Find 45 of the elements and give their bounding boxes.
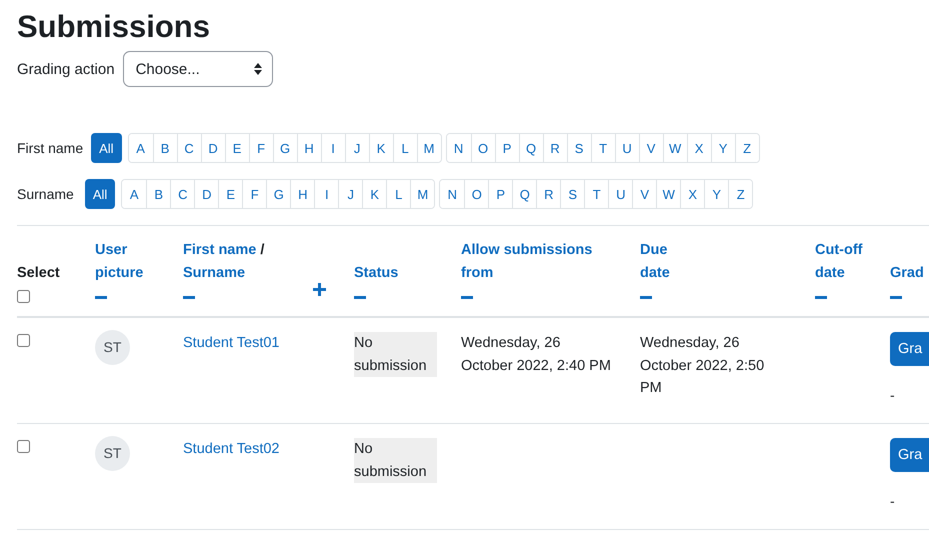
collapse-icon[interactable] — [95, 296, 107, 300]
collapse-icon[interactable] — [183, 296, 195, 300]
initial-filter-button[interactable]: M — [410, 180, 434, 208]
status-text: No submission — [354, 438, 437, 483]
filter-label: Surname — [17, 186, 74, 202]
grade-text: - — [890, 386, 896, 405]
grade-text: - — [890, 492, 896, 511]
student-name-link[interactable]: Student Test01 — [183, 335, 280, 351]
field-label: Grading action — [17, 60, 115, 78]
initial-filter-button[interactable]: Z — [728, 180, 752, 208]
collapse-icon[interactable] — [890, 296, 902, 300]
grade-button[interactable]: Gra — [890, 438, 929, 472]
date-text: Wednesday, 26 October 2022, 2:40 PM — [461, 334, 612, 376]
filter-label: First name — [17, 140, 84, 156]
column-header-link[interactable]: Allow submissions from — [461, 239, 611, 285]
column-header-link[interactable]: Cut-off date — [815, 239, 875, 285]
row-checkbox[interactable] — [17, 334, 30, 347]
column-header-link[interactable]: User picture — [95, 239, 165, 285]
column-header: Select — [17, 264, 61, 283]
avatar: ST — [95, 436, 130, 471]
page-title: Submissions — [17, 8, 211, 46]
column-header-link[interactable]: Grad — [890, 262, 929, 285]
collapse-icon[interactable] — [354, 296, 366, 300]
status-text: No submission — [354, 332, 437, 377]
student-name-link[interactable]: Student Test02 — [183, 441, 280, 457]
collapse-icon[interactable] — [815, 296, 827, 300]
sort-caret-icon — [254, 63, 262, 75]
initial-filter-button[interactable]: Z — [734, 134, 759, 162]
date-text: Wednesday, 26 October 2022, 2:50 PM — [640, 334, 766, 398]
row-checkbox[interactable] — [17, 440, 30, 453]
initial-filter-button[interactable]: M — [416, 134, 441, 162]
separator: / — [259, 242, 264, 258]
collapse-icon[interactable] — [461, 296, 473, 300]
column-header-link[interactable]: First name — [183, 242, 256, 258]
collapse-icon[interactable] — [640, 296, 652, 300]
column-header-link[interactable]: Status — [354, 262, 414, 285]
expand-icon[interactable] — [313, 283, 326, 296]
initial-filter-button[interactable]: All — [84, 179, 116, 209]
grade-button[interactable]: Gra — [890, 332, 929, 366]
avatar: ST — [95, 330, 130, 365]
column-header-link[interactable]: Due date — [640, 239, 700, 285]
grading-action-select[interactable]: Choose... — [122, 51, 273, 87]
column-header-link[interactable]: Surname — [183, 265, 246, 281]
initial-filter-button[interactable]: All — [91, 133, 122, 163]
select-all-checkbox[interactable] — [17, 290, 30, 303]
